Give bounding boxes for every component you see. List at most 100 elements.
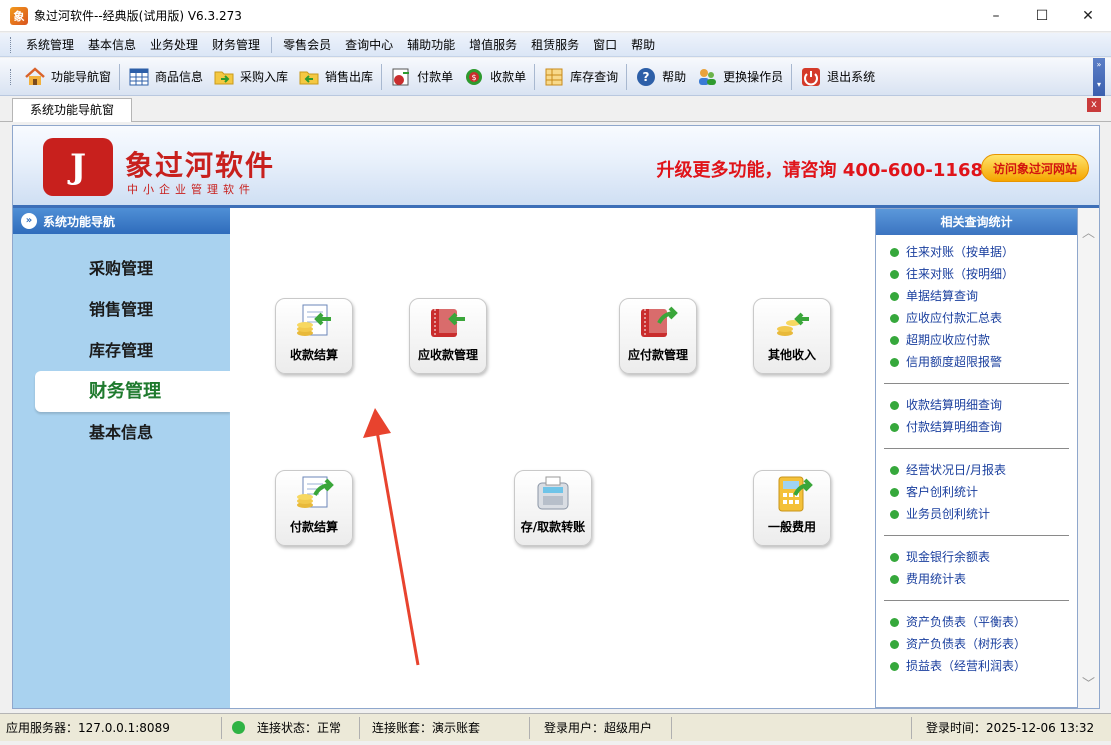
related-link[interactable]: 收款结算明细查询 [876,394,1077,416]
status-user: 登录用户：超级用户 [530,716,672,739]
menu-window[interactable]: 窗口 [586,33,624,57]
nav-item-basic-info[interactable]: 基本信息 [13,412,230,453]
function-receipt-settlement[interactable]: 收款结算 [275,298,353,374]
toolbar-label: 退出系统 [827,70,876,84]
window-title: 象过河软件--经典版(试用版) V6.3.273 [34,9,242,23]
toolbar-switch-operator-button[interactable]: 更换操作员 [691,62,788,92]
function-other-income[interactable]: 其他收入 [753,298,831,374]
menu-aux[interactable]: 辅助功能 [400,33,462,57]
toolbar-help-button[interactable]: ? 帮助 [630,62,691,92]
menu-retail[interactable]: 零售会员 [276,33,338,57]
brand-logo: J [43,138,113,196]
status-server: 应用服务器：127.0.0.1:8089 [0,716,222,739]
related-link[interactable]: 应收应付款汇总表 [876,307,1077,329]
function-payment-settlement[interactable]: 付款结算 [275,470,353,546]
menu-basic-info[interactable]: 基本信息 [81,33,143,57]
related-link[interactable]: 损益表（经营利润表） [876,655,1077,677]
related-panel-header: 相关查询统计 [876,209,1077,235]
bullet-icon [890,335,899,345]
nav-item-sales[interactable]: 销售管理 [13,289,230,330]
related-link[interactable]: 资产负债表（树形表） [876,633,1077,655]
bullet-icon [890,269,899,279]
toolbar-overflow-button[interactable]: » ▾ [1093,58,1105,96]
menu-lease[interactable]: 租赁服务 [524,33,586,57]
related-divider [884,535,1069,536]
menu-bar: 系统管理 基本信息 业务处理 财务管理 零售会员 查询中心 辅助功能 增值服务 … [0,33,1111,57]
app-logo-icon: 象 [10,6,28,25]
toolbar-inventory-button[interactable]: 库存查询 [538,62,623,92]
menu-help[interactable]: 帮助 [624,33,662,57]
function-receivables[interactable]: 应收款管理 [409,298,487,374]
toolbar-label: 付款单 [417,70,454,84]
pos-terminal-icon [532,475,574,515]
annotation-arrow-icon [363,408,420,666]
power-icon [800,66,822,88]
toolbar-sales-out-button[interactable]: 销售出库 [293,62,378,92]
promo-text: 升级更多功能，请咨询 400-600-1168 [656,160,983,181]
svg-text:$: $ [472,73,477,82]
related-queries-panel: 相关查询统计 往来对账（按单据） 往来对账（按明细） 单据结算查询 应收应付款汇… [875,208,1078,708]
main-frame: J 象过河软件 中小企业管理软件 升级更多功能，请咨询 400-600-1168… [12,125,1100,709]
close-button[interactable]: ✕ [1065,0,1111,32]
toolbar-receipt-button[interactable]: $ 收款单 [458,62,531,92]
menu-finance[interactable]: 财务管理 [205,33,267,57]
toolbar-separator [381,63,383,90]
nav-item-finance[interactable]: 财务管理 [35,371,230,412]
toolbar-grip[interactable] [10,68,13,85]
related-link[interactable]: 经营状况日/月报表 [876,459,1077,481]
scroll-down-icon[interactable]: ﹀ [1078,673,1099,692]
nav-item-purchase[interactable]: 采购管理 [13,248,230,289]
folder-arrow-icon [298,66,320,88]
toolbar-nav-window-button[interactable]: 功能导航窗 [19,62,116,92]
menu-business[interactable]: 业务处理 [143,33,205,57]
toolbar-purchase-in-button[interactable]: 采购入库 [208,62,293,92]
related-link[interactable]: 付款结算明细查询 [876,416,1077,438]
users-icon [696,66,718,88]
toolbar-separator [534,63,536,90]
toolbar-separator [119,63,121,90]
brand-name: 象过河软件 [125,149,276,182]
related-link[interactable]: 往来对账（按单据） [876,241,1077,263]
related-link[interactable]: 费用统计表 [876,568,1077,590]
menu-value-added[interactable]: 增值服务 [462,33,524,57]
payment-icon [390,66,412,88]
status-account-set: 连接账套：演示账套 [360,716,530,739]
folder-arrow-icon [213,66,235,88]
function-payables[interactable]: 应付款管理 [619,298,697,374]
receipt-icon: $ [463,66,485,88]
right-scrollbar[interactable]: ︿ ﹀ [1078,208,1099,708]
toolbar-payment-button[interactable]: 付款单 [385,62,458,92]
minimize-button[interactable]: – [973,0,1019,32]
connection-ok-icon [232,721,245,734]
menu-grip[interactable] [10,36,13,53]
menu-system[interactable]: 系统管理 [19,33,81,57]
related-link[interactable]: 现金银行余额表 [876,546,1077,568]
status-login-time: 登录时间：2025-12-06 13:32 [926,720,1095,735]
related-link[interactable]: 往来对账（按明细） [876,263,1077,285]
function-deposit-transfer[interactable]: 存/取款转账 [514,470,592,546]
function-general-expense[interactable]: 一般费用 [753,470,831,546]
related-link[interactable]: 超期应收应付款 [876,329,1077,351]
menu-query[interactable]: 查询中心 [338,33,400,57]
function-label: 一般费用 [767,520,816,534]
toolbar-label: 收款单 [490,70,527,84]
nav-item-inventory[interactable]: 库存管理 [13,330,230,371]
tab-close-button[interactable]: x [1087,98,1101,112]
toolbar-products-button[interactable]: 商品信息 [123,62,208,92]
scroll-up-icon[interactable]: ︿ [1078,222,1099,241]
bullet-icon [890,639,899,649]
inventory-icon [543,66,565,88]
related-divider [884,383,1069,384]
maximize-button[interactable]: ☐ [1019,0,1065,32]
toolbar-exit-button[interactable]: 退出系统 [795,62,880,92]
related-link[interactable]: 信用额度超限报警 [876,351,1077,373]
related-link[interactable]: 业务员创利统计 [876,503,1077,525]
related-link[interactable]: 资产负债表（平衡表） [876,611,1077,633]
related-link[interactable]: 客户创利统计 [876,481,1077,503]
bullet-icon [890,313,899,323]
visit-website-button[interactable]: 访问象过河网站 [981,154,1089,182]
tab-nav-window[interactable]: 系统功能导航窗 [12,98,132,122]
bullet-icon [890,291,899,301]
related-link[interactable]: 单据结算查询 [876,285,1077,307]
calculator-icon [771,475,813,515]
